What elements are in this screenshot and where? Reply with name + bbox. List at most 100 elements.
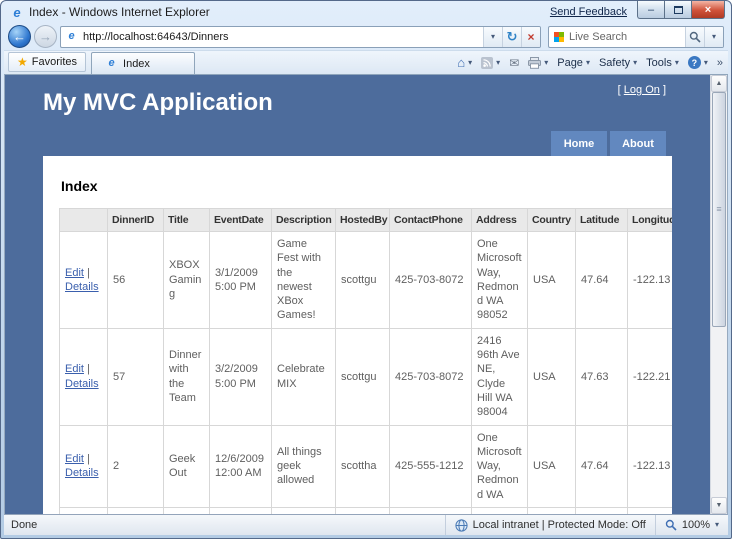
navigation-bar: ← → e http://localhost:64643/Dinners ▾ ↻… [4,23,728,50]
cell-hosted-by: scottgu [335,507,390,514]
titlebar[interactable]: e Index - Windows Internet Explorer Send… [4,1,728,23]
window-buttons: – × [637,1,725,19]
chevron-down-icon: ▾ [703,57,708,67]
chevron-down-icon: ▾ [468,57,473,67]
stop-button[interactable]: × [521,26,540,47]
scrollbar-thumb[interactable]: ≡ [712,92,726,327]
cell-contact-phone: 425-555-1212 [389,424,472,509]
help-icon: ? [687,56,701,69]
favorites-star-icon: ★ [17,55,28,69]
print-button[interactable]: ▾ [528,56,549,69]
home-icon: ⌂ [457,55,466,70]
cell-hosted-by: scottgu [335,231,390,329]
overflow-chevron-icon[interactable]: » [717,57,723,69]
search-button[interactable] [685,26,704,47]
row-actions-cell: Edit | Details [59,424,108,509]
cell-latitude: 47.64 [575,507,628,514]
cell-event-date: 3/1/2009 5:00 PM [209,231,272,329]
cell-id: 2 [107,424,164,509]
header-dinnerid: DinnerID [107,208,164,232]
dinner-row: Edit | Details 2 Geek Out 12/6/2009 12:00 A… [59,424,672,509]
cell-description: Come talk about cool things coming with … [271,507,336,514]
chevron-down-icon: ▾ [633,57,638,67]
tools-menu-button[interactable]: Tools ▾ [646,57,679,69]
search-box[interactable]: Live Search ▾ [548,25,724,48]
details-link[interactable]: Details [65,467,99,479]
cell-latitude: 47.63 [575,327,628,426]
edit-link[interactable]: Edit [65,453,84,465]
scrollbar-track[interactable]: ≡ [711,92,727,497]
address-dropdown-button[interactable]: ▾ [483,26,502,47]
nav-tab-about[interactable]: About [610,131,666,156]
close-button[interactable]: × [691,1,725,19]
mail-icon: ✉ [509,55,520,70]
cell-latitude: 47.64 [575,231,628,329]
tab-label: Index [123,57,150,70]
feeds-button[interactable]: ▾ [481,56,500,69]
browser-viewport: My MVC Application [ Log On ] Home About… [4,75,728,514]
forward-button[interactable]: → [34,25,57,48]
page-content: My MVC Application [ Log On ] Home About… [5,75,710,514]
row-actions-cell: Edit | Details [59,327,108,426]
scroll-down-button[interactable]: ▼ [711,497,727,514]
cell-longitude: -122.13 [627,231,672,329]
print-icon [528,56,542,69]
favorites-button[interactable]: ★ Favorites [8,52,87,72]
live-search-icon [554,31,564,42]
back-button[interactable]: ← [8,25,31,48]
window-title: Index - Windows Internet Explorer [29,5,210,19]
dinner-row: Edit | Details 56 XBOX Gaming 3/1/2009 5:00… [59,231,672,329]
cell-id: 1 [107,507,164,514]
chevron-down-icon: ▾ [544,57,549,67]
read-mail-button[interactable]: ✉ [509,57,519,69]
chevron-down-icon: ▾ [490,31,495,41]
cell-id: 57 [107,327,164,426]
help-menu-button[interactable]: ? ▾ [687,56,708,69]
header-actions [59,208,108,232]
header-description: Description [271,208,336,232]
page-favicon: e [68,30,75,42]
tab-index[interactable]: e Index [91,52,196,74]
home-button[interactable]: ⌂ ▾ [457,56,472,69]
tab-favicon: e [108,57,115,69]
maximize-button[interactable] [664,1,691,19]
forward-icon: → [39,29,52,44]
zoom-level: 100% [681,519,710,531]
status-bar: Done Local intranet | Protected Mode: Of… [4,514,728,535]
minimize-button[interactable]: – [637,1,664,19]
safety-menu-button[interactable]: Safety ▾ [599,57,637,69]
edit-link[interactable]: Edit [65,267,84,279]
cell-address: One Microsoft Way, Redmond WA [471,424,528,509]
search-dropdown-button[interactable]: ▾ [704,26,723,47]
log-on-link[interactable]: Log On [624,84,660,96]
nav-tab-home[interactable]: Home [551,131,607,156]
cell-id: 56 [107,231,164,329]
cell-longitude: -122.13 [627,424,672,509]
table-header-row: DinnerID Title EventDate Description Hos… [59,208,672,232]
cell-event-date: 12/6/2009 5:00 PM [209,507,272,514]
cell-description: All things geek allowed [271,424,336,509]
scroll-up-button[interactable]: ▲ [711,75,727,92]
zoom-control[interactable]: 100% ▾ [654,515,728,535]
edit-link[interactable]: Edit [65,363,84,375]
send-feedback-link[interactable]: Send Feedback [550,6,627,18]
header-address: Address [471,208,528,232]
vertical-scrollbar[interactable]: ▲ ≡ ▼ [710,75,727,514]
cell-title: XBOX Gaming [163,231,210,329]
page-header: My MVC Application [ Log On ] [5,75,710,131]
main-panel: Index DinnerID Title EventDate Descripti… [43,156,672,514]
chevron-down-icon: ▾ [585,57,590,67]
details-link[interactable]: Details [65,281,99,293]
dinner-row: Edit | Details 57 Dinner with the Team 3/2/… [59,327,672,426]
cell-longitude: -122.13 [627,507,672,514]
refresh-button[interactable]: ↻ [502,26,521,47]
address-bar[interactable]: e http://localhost:64643/Dinners ▾ ↻ × [60,25,541,48]
cell-contact-phone: 425-985-3648 [389,507,472,514]
page-menu-button[interactable]: Page ▾ [557,57,590,69]
cell-country: USA [527,327,576,426]
details-link[interactable]: Details [65,378,99,390]
header-title: Title [163,208,210,232]
tabs-bar: ★ Favorites e Index ⌂ ▾ ▾ ✉ ▾ Page ▾ Saf… [4,50,728,75]
chevron-down-icon: ▾ [714,520,719,529]
search-input[interactable]: Live Search [564,31,685,43]
